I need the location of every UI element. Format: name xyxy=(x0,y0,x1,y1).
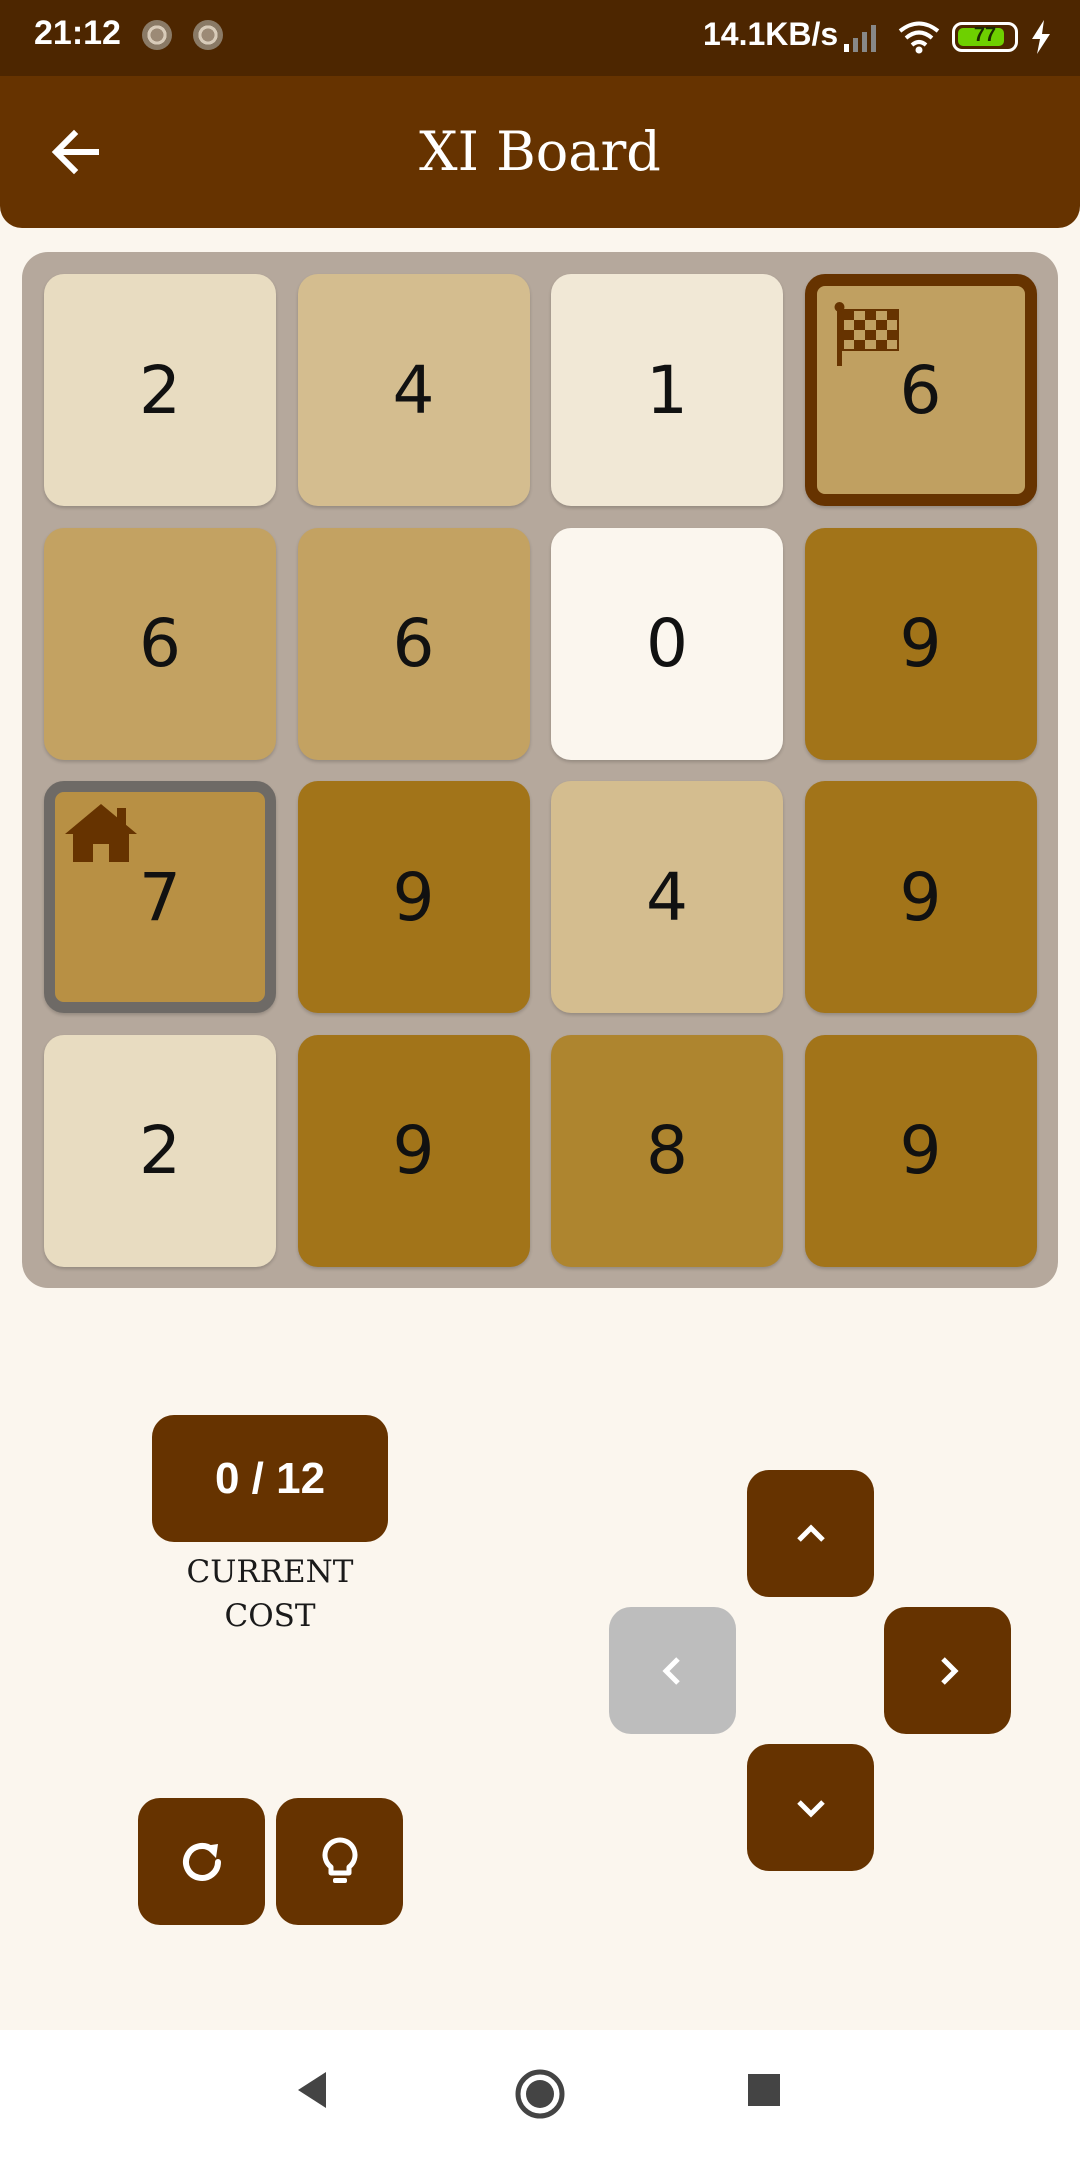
charging-icon xyxy=(1032,20,1050,54)
chevron-left-icon xyxy=(661,1656,680,1685)
board-cell-home: 7 xyxy=(44,781,276,1013)
board-cell: 2 xyxy=(44,1034,276,1267)
board-cell-goal: 6 xyxy=(804,274,1037,506)
cell-value: 4 xyxy=(646,858,688,936)
board-cell: 9 xyxy=(297,781,530,1013)
cost-label-line1: CURRENT xyxy=(186,1554,354,1590)
status-time: 21:12 xyxy=(34,14,121,52)
move-down-button[interactable] xyxy=(747,1744,874,1871)
chevron-right-icon xyxy=(940,1656,959,1685)
page-title: XI Board xyxy=(419,120,661,183)
move-left-button[interactable] xyxy=(609,1607,736,1734)
system-nav-bar xyxy=(0,2030,1080,2160)
app-bar: XI Board xyxy=(0,76,1080,228)
chevron-up-icon xyxy=(796,1523,825,1542)
cell-value: 0 xyxy=(646,605,688,682)
cell-value: 9 xyxy=(392,858,435,936)
board-cell: 1 xyxy=(551,274,783,506)
board-cell: 8 xyxy=(551,1034,783,1267)
cell-value: 6 xyxy=(139,605,181,682)
cell-value: 7 xyxy=(139,858,181,936)
board-cell: 4 xyxy=(297,274,530,506)
board-cell: 9 xyxy=(804,527,1037,760)
move-right-button[interactable] xyxy=(884,1607,1011,1734)
board-cell: 2 xyxy=(44,274,276,506)
status-bar: 21:12 14.1KB/s 77 xyxy=(0,0,1080,76)
wifi-icon xyxy=(898,21,940,54)
restart-icon xyxy=(182,1842,221,1881)
lightbulb-icon xyxy=(322,1837,357,1883)
battery-level: 77 xyxy=(973,24,997,46)
nav-back-icon[interactable] xyxy=(294,2070,330,2110)
board-cell: 9 xyxy=(804,1034,1037,1267)
board-cell: 9 xyxy=(297,1034,530,1267)
notification-icon xyxy=(193,20,223,50)
cell-value: 1 xyxy=(646,351,688,429)
cost-label: CURRENT COST xyxy=(140,1550,400,1638)
board-cell: 4 xyxy=(551,781,783,1013)
nav-home-icon[interactable] xyxy=(514,2068,566,2120)
battery-icon: 77 xyxy=(952,22,1018,52)
cost-counter: 0 / 12 xyxy=(152,1415,388,1542)
cell-value: 2 xyxy=(139,1112,181,1189)
checkered-flag-icon xyxy=(831,300,903,372)
cost-label-line2: COST xyxy=(224,1598,316,1634)
hint-button[interactable] xyxy=(276,1798,403,1925)
cell-value: 9 xyxy=(899,858,942,936)
network-rate: 14.1KB/s xyxy=(703,16,839,52)
board-cell: 9 xyxy=(804,781,1037,1013)
cell-value: 9 xyxy=(899,605,942,682)
cell-value: 8 xyxy=(646,1112,688,1189)
cell-value: 9 xyxy=(392,1112,435,1189)
signal-icon xyxy=(844,25,876,52)
game-board: 2 4 1 6 6 6 0 9 7 9 4 9 2 9 8 9 xyxy=(22,252,1058,1288)
cell-value: 6 xyxy=(899,351,942,429)
home-icon xyxy=(61,798,141,868)
board-cell: 6 xyxy=(44,527,276,760)
nav-recents-icon[interactable] xyxy=(746,2072,782,2108)
cell-value: 9 xyxy=(899,1112,942,1189)
restart-button[interactable] xyxy=(138,1798,265,1925)
cell-value: 4 xyxy=(392,351,435,429)
notification-icon xyxy=(142,20,172,50)
chevron-down-icon xyxy=(796,1799,825,1818)
cell-value: 2 xyxy=(139,351,181,429)
cell-value: 6 xyxy=(392,605,435,682)
board-cell: 0 xyxy=(551,527,783,760)
board-cell: 6 xyxy=(297,527,530,760)
move-up-button[interactable] xyxy=(747,1470,874,1597)
